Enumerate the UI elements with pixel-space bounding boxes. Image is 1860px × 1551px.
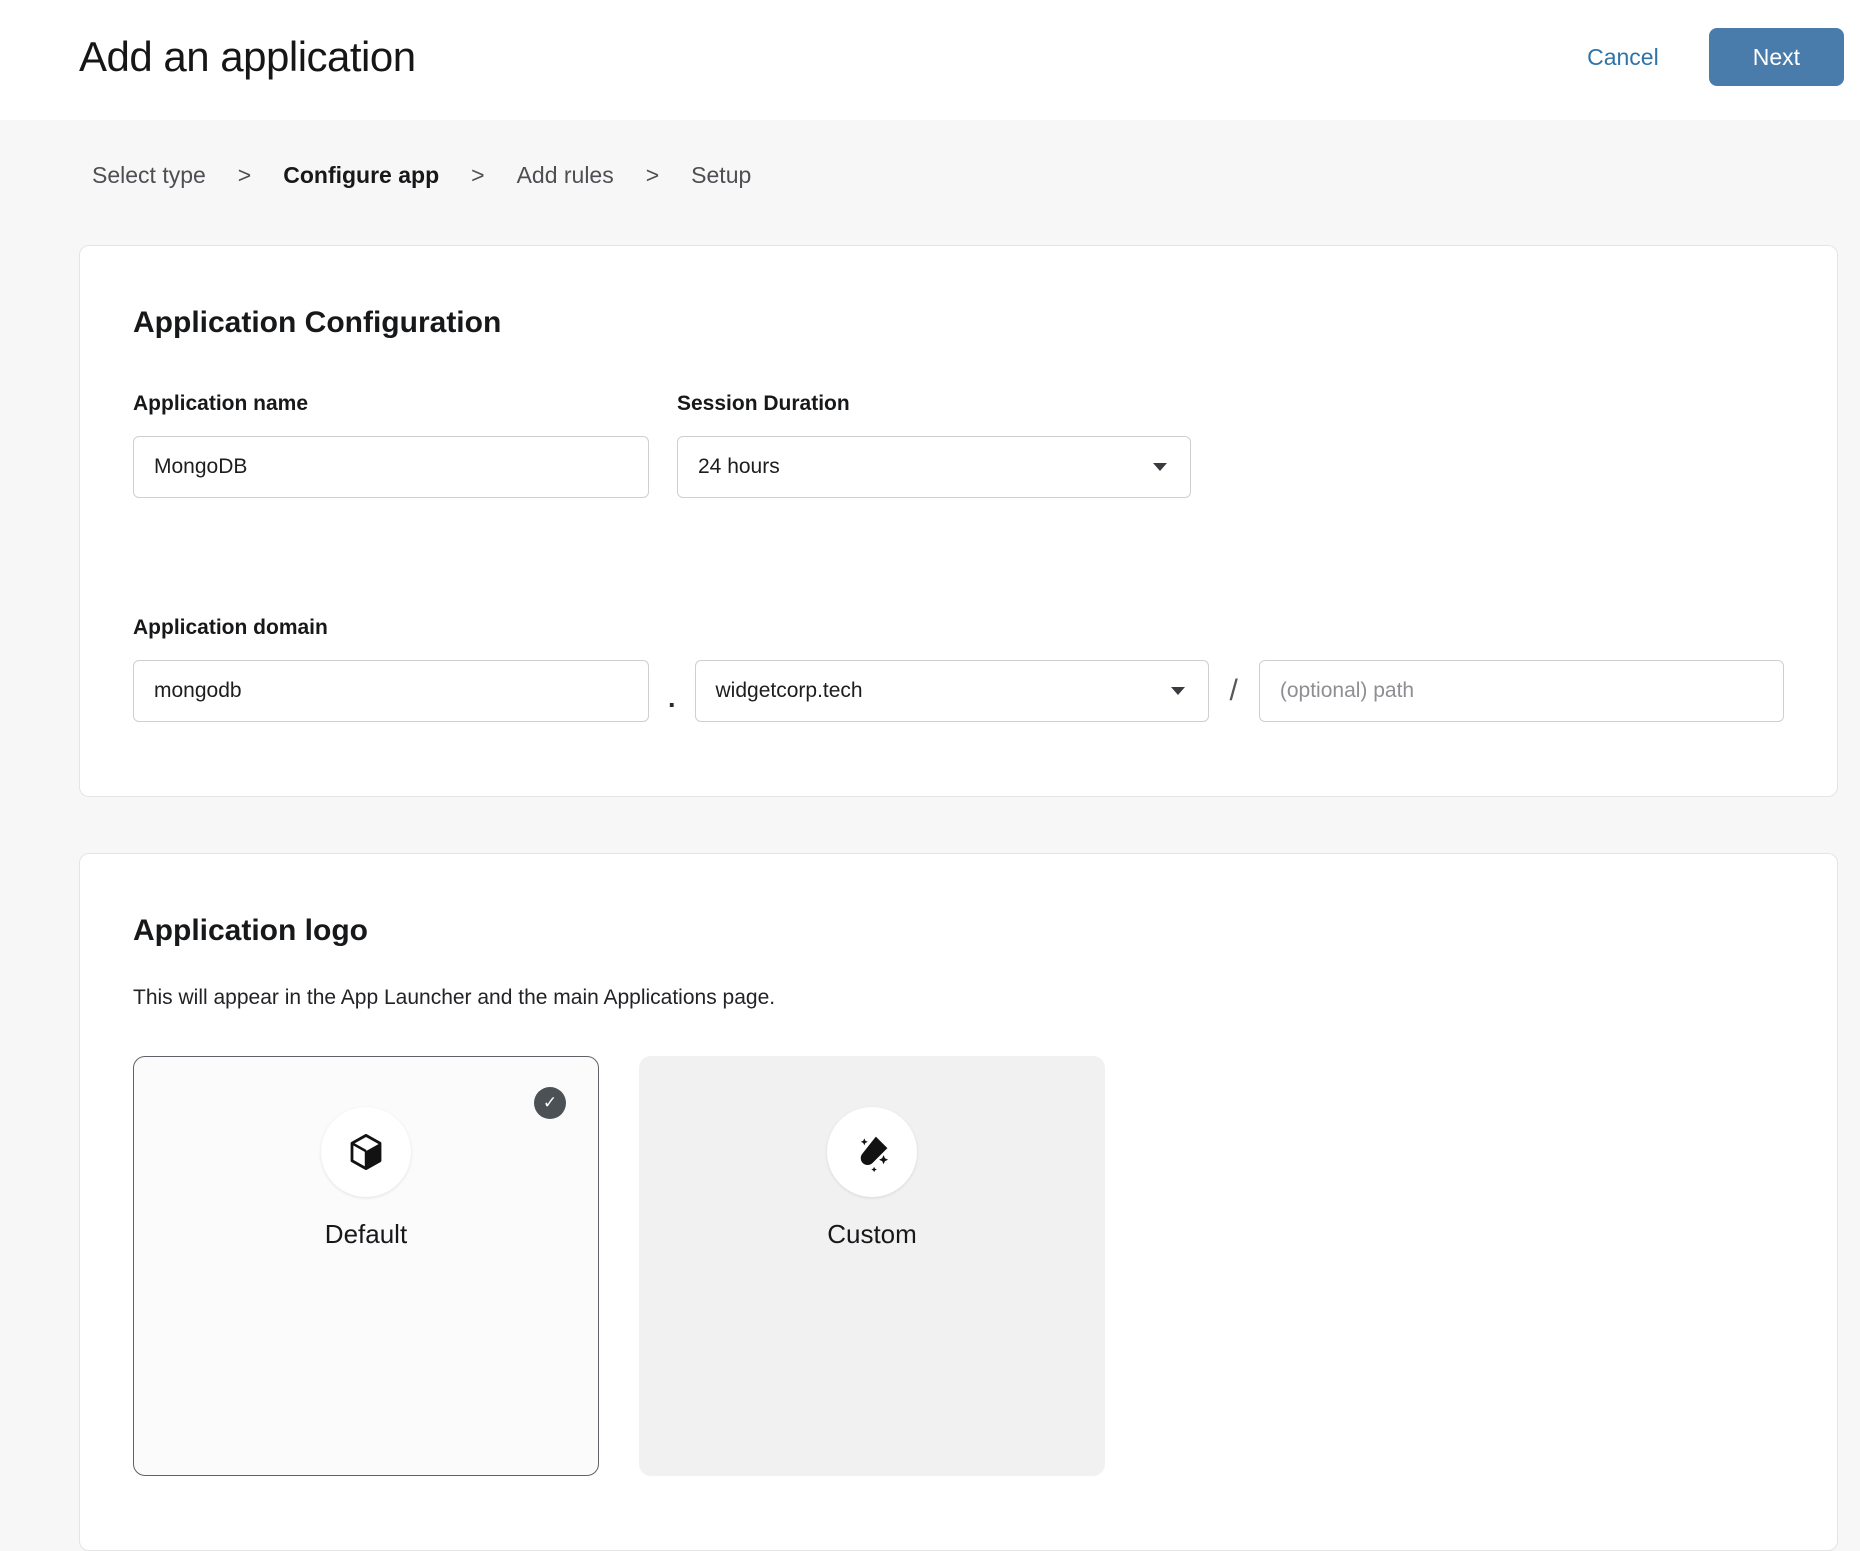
cube-icon	[345, 1131, 387, 1173]
domain-dot-separator: .	[668, 683, 676, 714]
application-name-label: Application name	[133, 392, 649, 416]
application-configuration-card: Application Configuration Application na…	[79, 245, 1838, 797]
paintbrush-icon	[851, 1131, 893, 1173]
check-icon: ✓	[543, 1093, 557, 1113]
default-logo-circle	[321, 1107, 411, 1197]
breadcrumb-separator: >	[646, 162, 659, 189]
logo-options-row: ✓ Default	[133, 1056, 1784, 1476]
logo-option-default[interactable]: ✓ Default	[133, 1056, 599, 1476]
domain-select-value: widgetcorp.tech	[716, 679, 863, 703]
header-actions: Cancel Next	[1587, 28, 1844, 86]
session-duration-select[interactable]: 24 hours	[677, 436, 1191, 498]
application-domain-row: . widgetcorp.tech /	[133, 660, 1784, 722]
application-domain-section: Application domain . widgetcorp.tech /	[133, 616, 1784, 722]
session-duration-value: 24 hours	[698, 455, 780, 479]
session-duration-label: Session Duration	[677, 392, 1191, 416]
breadcrumb-step-configure-app[interactable]: Configure app	[283, 162, 439, 189]
page-header: Add an application Cancel Next	[0, 0, 1860, 120]
logo-option-custom[interactable]: Custom	[639, 1056, 1105, 1476]
breadcrumb: Select type > Configure app > Add rules …	[92, 162, 1860, 189]
caret-down-icon	[1152, 462, 1168, 472]
cancel-button[interactable]: Cancel	[1587, 44, 1659, 71]
subdomain-input[interactable]	[133, 660, 649, 722]
application-domain-label: Application domain	[133, 616, 328, 639]
custom-logo-circle	[827, 1107, 917, 1197]
domain-slash-separator: /	[1230, 674, 1238, 708]
application-name-field-group: Application name	[133, 392, 649, 498]
logo-option-default-label: Default	[325, 1219, 407, 1250]
name-session-row: Application name Session Duration 24 hou…	[133, 392, 1784, 498]
logo-option-custom-label: Custom	[827, 1219, 917, 1250]
breadcrumb-step-setup[interactable]: Setup	[691, 162, 751, 189]
breadcrumb-separator: >	[238, 162, 251, 189]
path-input[interactable]	[1259, 660, 1784, 722]
configuration-card-title: Application Configuration	[133, 306, 1784, 340]
session-duration-field-group: Session Duration 24 hours	[677, 392, 1191, 498]
breadcrumb-step-select-type[interactable]: Select type	[92, 162, 206, 189]
domain-select[interactable]: widgetcorp.tech	[695, 660, 1209, 722]
application-name-input[interactable]	[133, 436, 649, 498]
selected-check-badge: ✓	[534, 1087, 566, 1119]
page-title: Add an application	[79, 33, 416, 81]
logo-card-description: This will appear in the App Launcher and…	[133, 986, 1784, 1010]
caret-down-icon	[1170, 686, 1186, 696]
breadcrumb-step-add-rules[interactable]: Add rules	[517, 162, 614, 189]
next-button[interactable]: Next	[1709, 28, 1844, 86]
breadcrumb-separator: >	[471, 162, 484, 189]
application-logo-card: Application logo This will appear in the…	[79, 853, 1838, 1551]
logo-card-title: Application logo	[133, 914, 1784, 948]
